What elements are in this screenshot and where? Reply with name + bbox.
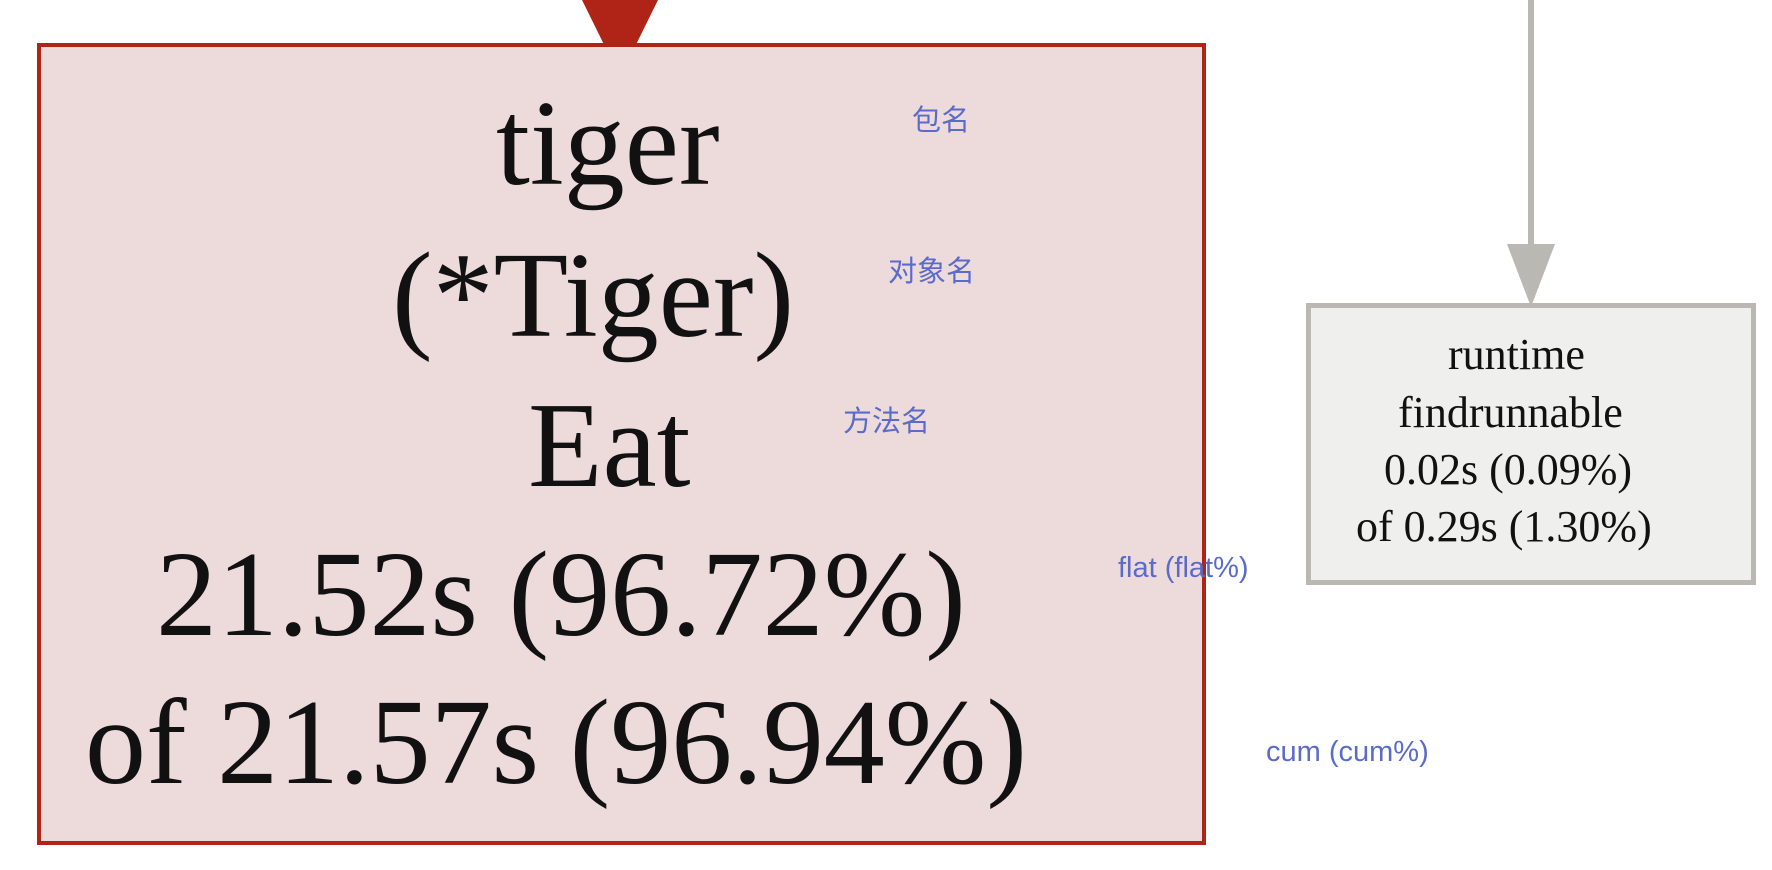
annotation-package-name: 包名 — [912, 105, 971, 137]
runtime-incoming-edge-arrowhead — [1507, 244, 1555, 307]
node-runtime-flat: 0.02s (0.09%) — [1384, 445, 1633, 494]
annotation-cum: cum (cum%) — [1266, 736, 1429, 768]
node-runtime-cum: of 0.29s (1.30%) — [1356, 502, 1652, 551]
node-tiger-eat-cum: of 21.57s (96.94%) — [85, 675, 1027, 810]
annotation-method-name: 方法名 — [843, 406, 931, 438]
node-runtime-function: findrunnable — [1398, 388, 1623, 437]
node-runtime-package: runtime — [1448, 330, 1585, 379]
annotation-flat: flat (flat%) — [1118, 552, 1249, 584]
annotation-object-name: 对象名 — [888, 256, 976, 288]
node-tiger-eat-method: Eat — [528, 378, 691, 513]
node-tiger-eat-flat: 21.52s (96.72%) — [156, 527, 966, 662]
node-tiger-eat-object: (*Tiger) — [392, 228, 795, 363]
node-tiger-eat-package: tiger — [496, 76, 720, 211]
